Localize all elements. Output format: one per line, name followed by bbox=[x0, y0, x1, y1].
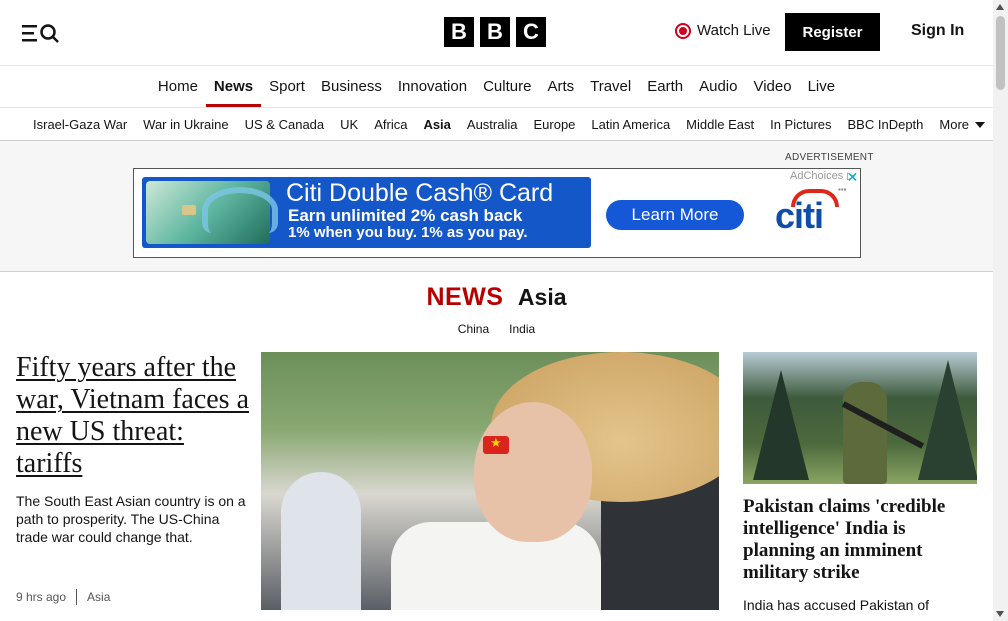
subnav-item-asia[interactable]: Asia bbox=[415, 117, 458, 132]
nav-item-news[interactable]: News bbox=[205, 67, 262, 107]
more-label: More bbox=[939, 116, 970, 132]
sub-nav: Israel-Gaza War War in Ukraine US & Cana… bbox=[0, 108, 993, 141]
subsection-china[interactable]: China bbox=[458, 322, 489, 336]
main-nav: Home News Sport Business Innovation Cult… bbox=[0, 67, 993, 108]
section-subnav: China India bbox=[0, 322, 993, 336]
nav-item-earth[interactable]: Earth bbox=[639, 67, 691, 107]
lead-summary: The South East Asian country is on a pat… bbox=[16, 493, 246, 545]
subnav-item-in-pictures[interactable]: In Pictures bbox=[762, 117, 839, 132]
tree bbox=[753, 370, 809, 480]
lead-story-image[interactable] bbox=[261, 352, 719, 610]
nav-item-travel[interactable]: Travel bbox=[582, 67, 639, 107]
scrollbar-thumb[interactable] bbox=[996, 16, 1005, 90]
live-dot-icon bbox=[675, 22, 691, 39]
watch-live-link[interactable]: Watch Live bbox=[675, 22, 771, 39]
menu-search-button[interactable] bbox=[20, 22, 64, 44]
close-icon[interactable]: ✕ bbox=[844, 169, 861, 186]
ad-card[interactable]: Citi Double Cash® Card Earn unlimited 2%… bbox=[142, 177, 591, 248]
subsection-india[interactable]: India bbox=[509, 322, 535, 336]
nav-item-home[interactable]: Home bbox=[150, 67, 206, 107]
learn-more-button[interactable]: Learn More bbox=[606, 200, 744, 230]
ad-title: Citi Double Cash® Card bbox=[286, 179, 554, 207]
ad-band: ADVERTISEMENT Citi Double Cash® Card Ear… bbox=[0, 141, 993, 272]
subnav-item-australia[interactable]: Australia bbox=[459, 117, 526, 132]
logo-letter: B bbox=[480, 17, 510, 47]
watch-live-label: Watch Live bbox=[697, 22, 771, 39]
nav-item-live[interactable]: Live bbox=[800, 67, 844, 107]
news-wordmark[interactable]: NEWS bbox=[426, 283, 503, 311]
ad-banner[interactable]: Citi Double Cash® Card Earn unlimited 2%… bbox=[133, 168, 861, 258]
subnav-item-israel-gaza[interactable]: Israel-Gaza War bbox=[25, 117, 135, 132]
subnav-item-middle-east[interactable]: Middle East bbox=[678, 117, 762, 132]
face bbox=[474, 402, 592, 542]
right-story-image[interactable] bbox=[743, 352, 977, 484]
nav-item-business[interactable]: Business bbox=[313, 67, 390, 107]
category-label[interactable]: Asia bbox=[87, 590, 110, 604]
nav-item-sport[interactable]: Sport bbox=[261, 67, 313, 107]
right-headline[interactable]: Pakistan claims 'credible intelligence' … bbox=[743, 496, 977, 584]
scroll-down-arrow-icon[interactable] bbox=[996, 611, 1004, 617]
menu-icon bbox=[22, 25, 37, 42]
bbc-logo[interactable]: B B C bbox=[444, 17, 546, 47]
timestamp: 9 hrs ago bbox=[16, 590, 67, 604]
scroll-up-arrow-icon[interactable] bbox=[996, 4, 1004, 10]
nav-item-arts[interactable]: Arts bbox=[539, 67, 582, 107]
shirt bbox=[391, 522, 601, 610]
right-summary: India has accused Pakistan of bbox=[743, 597, 930, 613]
section-name[interactable]: Asia bbox=[518, 284, 567, 310]
top-header: B B C Watch Live Register Sign In bbox=[0, 0, 993, 66]
register-button[interactable]: Register bbox=[785, 13, 880, 51]
scrollbar[interactable] bbox=[993, 0, 1008, 621]
subnav-item-us-canada[interactable]: US & Canada bbox=[237, 117, 333, 132]
subnav-item-europe[interactable]: Europe bbox=[525, 117, 583, 132]
subnav-item-uk[interactable]: UK bbox=[332, 117, 366, 132]
search-icon bbox=[40, 24, 59, 43]
sign-in-link[interactable]: Sign In bbox=[911, 22, 964, 40]
logo-letter: B bbox=[444, 17, 474, 47]
subnav-item-ukraine[interactable]: War in Ukraine bbox=[135, 117, 236, 132]
tree bbox=[918, 360, 977, 480]
section-title: NEWS Asia bbox=[0, 283, 993, 312]
vietnam-flag-icon bbox=[483, 435, 509, 454]
ad-line-2: 1% when you buy. 1% as you pay. bbox=[288, 224, 528, 241]
ad-line-1: Earn unlimited 2% cash back bbox=[288, 206, 523, 225]
nav-item-audio[interactable]: Audio bbox=[691, 67, 745, 107]
subnav-item-africa[interactable]: Africa bbox=[366, 117, 415, 132]
lead-meta: 9 hrs ago Asia bbox=[16, 589, 110, 605]
citi-logo: citi bbox=[775, 195, 824, 236]
soldier-figure bbox=[843, 382, 887, 484]
subnav-item-latin-america[interactable]: Latin America bbox=[583, 117, 678, 132]
nav-item-video[interactable]: Video bbox=[745, 67, 799, 107]
subnav-item-indepth[interactable]: BBC InDepth bbox=[840, 117, 932, 132]
adchoices-label: AdChoices bbox=[790, 170, 844, 182]
logo-letter: C bbox=[516, 17, 546, 47]
subnav-more-button[interactable]: More bbox=[931, 117, 993, 132]
credit-card-image bbox=[146, 181, 278, 244]
meta-divider bbox=[76, 589, 78, 605]
nav-item-culture[interactable]: Culture bbox=[475, 67, 539, 107]
nav-item-innovation[interactable]: Innovation bbox=[390, 67, 475, 107]
lead-headline[interactable]: Fifty years after the war, Vietnam faces… bbox=[16, 352, 251, 480]
caret-down-icon bbox=[975, 122, 986, 129]
more-options-icon[interactable]: ▪▪▪ bbox=[838, 185, 847, 194]
ad-label: ADVERTISEMENT bbox=[785, 152, 874, 163]
crowd-figure bbox=[281, 472, 361, 610]
